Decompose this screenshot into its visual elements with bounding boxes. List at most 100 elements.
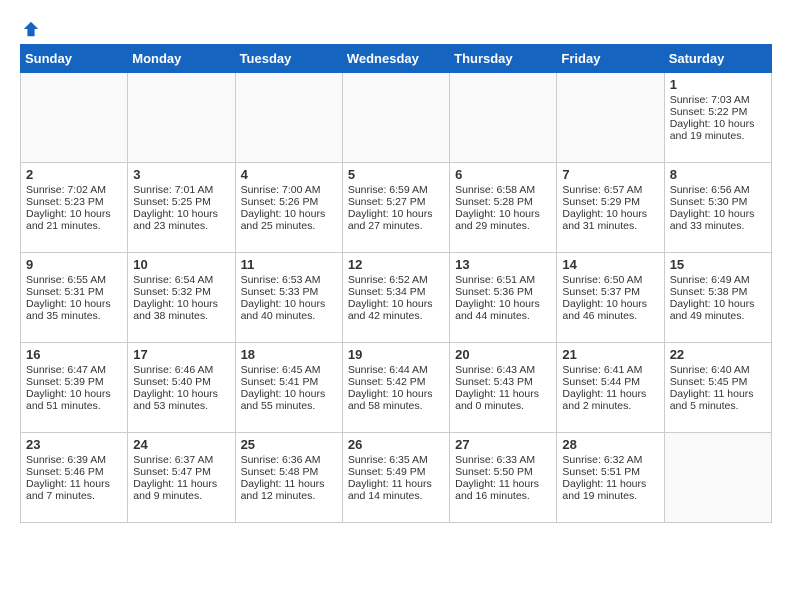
day-info: Sunrise: 6:59 AM: [348, 184, 444, 196]
day-number: 7: [562, 167, 658, 182]
day-info: Daylight: 10 hours and 40 minutes.: [241, 298, 337, 322]
day-info: Sunrise: 6:35 AM: [348, 454, 444, 466]
calendar-cell: 24Sunrise: 6:37 AMSunset: 5:47 PMDayligh…: [128, 433, 235, 523]
day-number: 23: [26, 437, 122, 452]
day-info: Sunset: 5:29 PM: [562, 196, 658, 208]
day-number: 25: [241, 437, 337, 452]
day-number: 22: [670, 347, 766, 362]
day-info: Sunset: 5:32 PM: [133, 286, 229, 298]
day-info: Daylight: 11 hours and 2 minutes.: [562, 388, 658, 412]
day-number: 26: [348, 437, 444, 452]
logo: [20, 20, 40, 34]
day-number: 18: [241, 347, 337, 362]
calendar-cell: 9Sunrise: 6:55 AMSunset: 5:31 PMDaylight…: [21, 253, 128, 343]
day-info: Sunrise: 6:53 AM: [241, 274, 337, 286]
page-header: [20, 20, 772, 34]
day-info: Sunrise: 6:56 AM: [670, 184, 766, 196]
calendar-table: SundayMondayTuesdayWednesdayThursdayFrid…: [20, 44, 772, 523]
day-info: Daylight: 10 hours and 58 minutes.: [348, 388, 444, 412]
day-info: Daylight: 10 hours and 49 minutes.: [670, 298, 766, 322]
day-info: Sunrise: 6:58 AM: [455, 184, 551, 196]
week-row-5: 23Sunrise: 6:39 AMSunset: 5:46 PMDayligh…: [21, 433, 772, 523]
day-info: Sunrise: 6:47 AM: [26, 364, 122, 376]
calendar-cell: 13Sunrise: 6:51 AMSunset: 5:36 PMDayligh…: [450, 253, 557, 343]
day-info: Sunset: 5:47 PM: [133, 466, 229, 478]
day-of-week-monday: Monday: [128, 45, 235, 73]
day-info: Sunset: 5:45 PM: [670, 376, 766, 388]
day-info: Sunset: 5:44 PM: [562, 376, 658, 388]
calendar-cell: 10Sunrise: 6:54 AMSunset: 5:32 PMDayligh…: [128, 253, 235, 343]
day-info: Sunset: 5:30 PM: [670, 196, 766, 208]
day-number: 24: [133, 437, 229, 452]
calendar-cell: 20Sunrise: 6:43 AMSunset: 5:43 PMDayligh…: [450, 343, 557, 433]
day-info: Sunset: 5:49 PM: [348, 466, 444, 478]
calendar-cell: 5Sunrise: 6:59 AMSunset: 5:27 PMDaylight…: [342, 163, 449, 253]
day-info: Sunset: 5:27 PM: [348, 196, 444, 208]
calendar-cell: 12Sunrise: 6:52 AMSunset: 5:34 PMDayligh…: [342, 253, 449, 343]
calendar-cell: 15Sunrise: 6:49 AMSunset: 5:38 PMDayligh…: [664, 253, 771, 343]
day-info: Sunrise: 7:00 AM: [241, 184, 337, 196]
day-info: Sunrise: 6:54 AM: [133, 274, 229, 286]
day-info: Daylight: 10 hours and 25 minutes.: [241, 208, 337, 232]
calendar-cell: 7Sunrise: 6:57 AMSunset: 5:29 PMDaylight…: [557, 163, 664, 253]
day-number: 1: [670, 77, 766, 92]
day-info: Daylight: 10 hours and 53 minutes.: [133, 388, 229, 412]
day-number: 2: [26, 167, 122, 182]
week-row-1: 1Sunrise: 7:03 AMSunset: 5:22 PMDaylight…: [21, 73, 772, 163]
day-info: Sunrise: 6:44 AM: [348, 364, 444, 376]
day-of-week-friday: Friday: [557, 45, 664, 73]
day-info: Daylight: 11 hours and 7 minutes.: [26, 478, 122, 502]
day-of-week-thursday: Thursday: [450, 45, 557, 73]
day-info: Daylight: 10 hours and 31 minutes.: [562, 208, 658, 232]
day-info: Sunset: 5:33 PM: [241, 286, 337, 298]
day-info: Sunrise: 6:40 AM: [670, 364, 766, 376]
calendar-cell: 23Sunrise: 6:39 AMSunset: 5:46 PMDayligh…: [21, 433, 128, 523]
day-info: Sunrise: 6:36 AM: [241, 454, 337, 466]
day-info: Daylight: 11 hours and 14 minutes.: [348, 478, 444, 502]
calendar-cell: 19Sunrise: 6:44 AMSunset: 5:42 PMDayligh…: [342, 343, 449, 433]
day-info: Daylight: 11 hours and 9 minutes.: [133, 478, 229, 502]
day-info: Daylight: 10 hours and 51 minutes.: [26, 388, 122, 412]
day-number: 6: [455, 167, 551, 182]
day-info: Daylight: 10 hours and 21 minutes.: [26, 208, 122, 232]
calendar-cell: 4Sunrise: 7:00 AMSunset: 5:26 PMDaylight…: [235, 163, 342, 253]
calendar-cell: [128, 73, 235, 163]
day-number: 5: [348, 167, 444, 182]
day-info: Sunset: 5:25 PM: [133, 196, 229, 208]
day-info: Sunset: 5:51 PM: [562, 466, 658, 478]
day-of-week-tuesday: Tuesday: [235, 45, 342, 73]
day-info: Daylight: 10 hours and 35 minutes.: [26, 298, 122, 322]
day-info: Daylight: 10 hours and 46 minutes.: [562, 298, 658, 322]
day-info: Daylight: 10 hours and 55 minutes.: [241, 388, 337, 412]
day-info: Daylight: 10 hours and 42 minutes.: [348, 298, 444, 322]
calendar-cell: 3Sunrise: 7:01 AMSunset: 5:25 PMDaylight…: [128, 163, 235, 253]
day-info: Sunset: 5:50 PM: [455, 466, 551, 478]
calendar-cell: 18Sunrise: 6:45 AMSunset: 5:41 PMDayligh…: [235, 343, 342, 433]
day-info: Sunrise: 7:03 AM: [670, 94, 766, 106]
calendar-cell: 17Sunrise: 6:46 AMSunset: 5:40 PMDayligh…: [128, 343, 235, 433]
day-info: Sunrise: 6:43 AM: [455, 364, 551, 376]
day-info: Daylight: 10 hours and 19 minutes.: [670, 118, 766, 142]
week-row-4: 16Sunrise: 6:47 AMSunset: 5:39 PMDayligh…: [21, 343, 772, 433]
day-number: 11: [241, 257, 337, 272]
day-info: Sunset: 5:39 PM: [26, 376, 122, 388]
day-info: Sunset: 5:42 PM: [348, 376, 444, 388]
day-number: 27: [455, 437, 551, 452]
day-info: Sunrise: 6:41 AM: [562, 364, 658, 376]
day-info: Sunset: 5:31 PM: [26, 286, 122, 298]
calendar-cell: 28Sunrise: 6:32 AMSunset: 5:51 PMDayligh…: [557, 433, 664, 523]
day-number: 13: [455, 257, 551, 272]
day-info: Sunset: 5:40 PM: [133, 376, 229, 388]
day-info: Sunset: 5:36 PM: [455, 286, 551, 298]
calendar-cell: 11 Sunrise: 6:53 AMSunset: 5:33 PMDayligh…: [235, 253, 342, 343]
calendar-cell: [450, 73, 557, 163]
day-number: 16: [26, 347, 122, 362]
calendar-cell: 1Sunrise: 7:03 AMSunset: 5:22 PMDaylight…: [664, 73, 771, 163]
day-info: Sunset: 5:34 PM: [348, 286, 444, 298]
day-info: Sunrise: 7:01 AM: [133, 184, 229, 196]
calendar-cell: 27Sunrise: 6:33 AMSunset: 5:50 PMDayligh…: [450, 433, 557, 523]
calendar-cell: 16 Sunrise: 6:47 AMSunset: 5:39 PMDayligh…: [21, 343, 128, 433]
day-info: Sunset: 5:43 PM: [455, 376, 551, 388]
day-number: 12: [348, 257, 444, 272]
calendar-cell: 6Sunrise: 6:58 AMSunset: 5:28 PMDaylight…: [450, 163, 557, 253]
